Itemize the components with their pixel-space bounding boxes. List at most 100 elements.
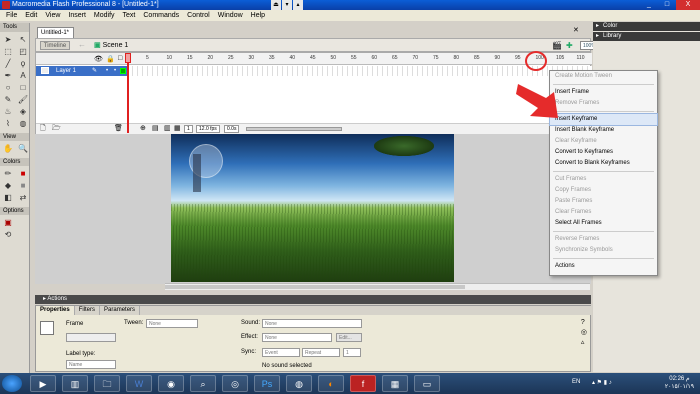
taskbar-video-icon[interactable]: ▦ <box>382 375 408 392</box>
sync-select[interactable]: Event <box>262 348 300 357</box>
paint-bucket-icon[interactable]: ◈ <box>16 106 30 117</box>
taskbar-media-icon[interactable]: ▶ <box>30 375 56 392</box>
fill-transform-icon[interactable]: ◰ <box>16 46 30 57</box>
tab-parameters[interactable]: Parameters <box>100 306 141 315</box>
effect-select[interactable]: None <box>262 333 332 342</box>
menu-file[interactable]: File <box>2 10 21 21</box>
pencil-tool-icon[interactable]: ✎ <box>1 94 15 105</box>
lasso-tool-icon[interactable]: ϙ <box>16 58 30 69</box>
playhead-handle[interactable] <box>125 53 131 63</box>
context-menu-item-insert-blank-keyframe[interactable]: Insert Blank Keyframe <box>550 125 657 136</box>
dropdown-icon[interactable]: ▾ <box>282 0 292 10</box>
context-menu-item-convert-to-blank-keyframes[interactable]: Convert to Blank Keyframes <box>550 158 657 169</box>
taskbar-photoshop-icon[interactable]: Ps <box>254 375 280 392</box>
playhead[interactable] <box>127 53 129 133</box>
expand-icon[interactable]: ◎ <box>581 328 587 338</box>
straighten-option-icon[interactable]: ⟲ <box>1 229 15 240</box>
taskbar-window-icon[interactable]: ▭ <box>414 375 440 392</box>
edit-symbols-icon[interactable]: ✚ <box>566 41 573 50</box>
lock-icon[interactable]: 🔒 <box>106 55 115 63</box>
snap-option-icon[interactable]: ▣ <box>1 217 15 228</box>
outline-icon[interactable]: □ <box>118 55 122 62</box>
stroke-swatch-icon[interactable]: ■ <box>16 168 30 179</box>
repeat-count-input[interactable]: 1 <box>343 348 361 357</box>
context-menu-item-insert-keyframe[interactable]: Insert Keyframe <box>549 113 658 126</box>
clock[interactable]: 02:26 م ٢٠١٥/٠١/١٩ <box>665 375 694 391</box>
menu-modify[interactable]: Modify <box>90 10 119 21</box>
zoom-tool-icon[interactable]: 🔍 <box>16 143 30 154</box>
context-menu-item-insert-frame[interactable]: Insert Frame <box>550 87 657 98</box>
taskbar-firefox-icon[interactable]: ◐ <box>318 375 344 392</box>
minimize-button[interactable]: _ <box>640 0 658 10</box>
language-indicator[interactable]: EN <box>572 379 580 385</box>
taskbar-explorer-icon[interactable]: ▥ <box>62 375 88 392</box>
eraser-icon[interactable]: ◍ <box>16 118 30 129</box>
eye-icon[interactable]: 👁 <box>94 55 103 63</box>
repeat-select[interactable]: Repeat <box>302 348 340 357</box>
taskbar-word-icon[interactable]: W <box>126 375 152 392</box>
brush-tool-icon[interactable]: 🖌 <box>16 94 30 105</box>
menu-text[interactable]: Text <box>119 10 140 21</box>
menu-insert[interactable]: Insert <box>64 10 90 21</box>
color-panel-bar[interactable]: Color <box>593 22 700 31</box>
rectangle-tool-icon[interactable]: □ <box>16 82 30 93</box>
menu-commands[interactable]: Commands <box>139 10 183 21</box>
document-tab[interactable]: Untitled-1* <box>37 27 74 38</box>
taskbar-recorder-icon[interactable]: ◎ <box>222 375 248 392</box>
start-button[interactable] <box>2 375 22 392</box>
taskbar-folder-icon[interactable]: 🗀 <box>94 375 120 392</box>
tab-filters[interactable]: Filters <box>75 306 101 315</box>
timeline-ruler[interactable]: 5 10 15 20 25 30 35 40 45 50 55 60 65 70 75 80 85 90 95 100… <box>128 53 592 65</box>
context-menu-item-select-all-frames[interactable]: Select All Frames <box>550 218 657 229</box>
menu-window[interactable]: Window <box>214 10 247 21</box>
stage-hscroll-thumb[interactable] <box>165 285 465 289</box>
library-panel-bar[interactable]: Library <box>593 32 700 41</box>
onion-outline-icon[interactable]: ▥ <box>164 124 171 134</box>
hand-tool-icon[interactable]: ✋ <box>1 143 15 154</box>
label-type-select[interactable]: Name <box>66 360 116 369</box>
pen-tool-icon[interactable]: ✒ <box>1 70 15 81</box>
stage-hscroll[interactable] <box>165 283 590 290</box>
layer-outline-swatch[interactable] <box>120 68 126 74</box>
frames-row[interactable] <box>128 66 592 76</box>
close-button[interactable]: X <box>676 0 700 10</box>
text-tool-icon[interactable]: A <box>16 70 30 81</box>
layer-lock-dot[interactable]: • <box>114 66 116 76</box>
collapse-icon[interactable]: ▵ <box>581 338 587 348</box>
add-guide-icon[interactable]: 🗁 <box>52 124 61 134</box>
sound-select[interactable]: None <box>262 319 362 328</box>
context-menu-item-actions[interactable]: Actions <box>550 261 657 272</box>
arrow-tool-icon[interactable]: ➤ <box>1 34 15 45</box>
oval-tool-icon[interactable]: ○ <box>1 82 15 93</box>
taskbar-globe-icon[interactable]: ◍ <box>286 375 312 392</box>
tray-icons[interactable]: ▴ ⚑ ▮ ♪ <box>592 379 612 386</box>
add-layer-icon[interactable]: 🗋 <box>40 124 46 134</box>
taskbar-chrome-icon[interactable]: ◉ <box>158 375 184 392</box>
frame-name-input[interactable] <box>66 333 116 342</box>
actions-panel-bar[interactable]: ▸ Actions <box>35 295 591 304</box>
tween-select[interactable]: None <box>146 319 198 328</box>
center-frame-icon[interactable]: ⊕ <box>140 124 146 134</box>
edit-button[interactable]: Edit... <box>336 333 362 342</box>
help-icon[interactable]: ? <box>581 318 587 328</box>
black-white-icon[interactable]: ◧ <box>1 192 15 203</box>
menu-view[interactable]: View <box>41 10 64 21</box>
ink-bottle-icon[interactable]: ♨ <box>1 106 15 117</box>
menu-control[interactable]: Control <box>183 10 214 21</box>
fill-color-icon[interactable]: ◆ <box>1 180 15 191</box>
eject-icon[interactable]: ⏏ <box>271 0 281 10</box>
document-close-icon[interactable]: ✕ <box>573 26 579 34</box>
swap-colors-icon[interactable]: ⇄ <box>16 192 30 203</box>
layer-visible-dot[interactable]: • <box>106 66 108 76</box>
layer-row[interactable]: Layer 1 ✎ • • <box>36 66 128 76</box>
fill-swatch-icon[interactable]: ■ <box>16 180 30 191</box>
tab-properties[interactable]: Properties <box>36 306 75 315</box>
up-icon[interactable]: ▴ <box>293 0 303 10</box>
free-transform-icon[interactable]: ⬚ <box>1 46 15 57</box>
stroke-color-icon[interactable]: ✏ <box>1 168 15 179</box>
delete-layer-icon[interactable]: 🗑 <box>114 124 123 134</box>
smooth-option-icon[interactable] <box>16 217 30 228</box>
edit-scene-icon[interactable]: 🎬 <box>552 41 562 50</box>
back-arrow-icon[interactable]: ← <box>78 40 86 49</box>
eyedropper-icon[interactable]: ⌇ <box>1 118 15 129</box>
